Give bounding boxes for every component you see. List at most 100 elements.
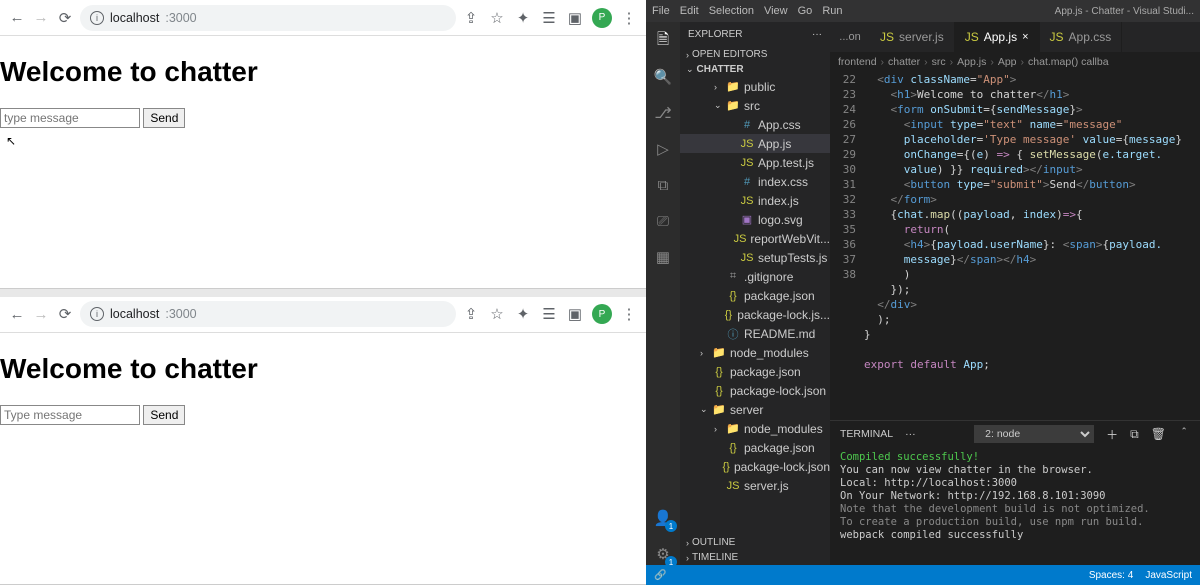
menu-run[interactable]: Run: [822, 5, 842, 17]
menu-file[interactable]: File: [652, 5, 670, 17]
code-content[interactable]: <div className="App"> <h1>Welcome to cha…: [864, 72, 1200, 420]
address-bar[interactable]: i localhost :3000: [80, 301, 456, 327]
site-info-icon[interactable]: i: [90, 307, 104, 321]
db-icon[interactable]: ▦: [652, 246, 674, 268]
menubar: File Edit Selection View Go Run App.js -…: [646, 0, 1200, 22]
open-editors-section[interactable]: ›OPEN EDITORS: [680, 47, 830, 62]
timeline-section[interactable]: ›TIMELINE: [680, 550, 830, 565]
root-section[interactable]: ⌄CHATTER: [680, 62, 830, 77]
share-icon[interactable]: ⇪: [462, 9, 480, 27]
folder-src[interactable]: ⌄📁src: [680, 96, 830, 115]
back-icon[interactable]: ←: [8, 9, 26, 27]
address-bar[interactable]: i localhost:3000: [80, 5, 456, 31]
url-path: :3000: [165, 307, 196, 321]
new-terminal-icon[interactable]: ＋: [1106, 426, 1118, 443]
page-title: Welcome to chatter: [0, 353, 646, 385]
extensions-icon[interactable]: ✦: [514, 9, 532, 27]
folder-server[interactable]: ⌄📁server: [680, 400, 830, 419]
explorer-icon[interactable]: 🗎: [652, 30, 674, 52]
url-domain: localhost: [110, 307, 159, 321]
breadcrumbs[interactable]: frontend›chatter›src›App.js›App›chat.map…: [830, 52, 1200, 72]
readlist-icon[interactable]: ☰: [540, 9, 558, 27]
code-editor[interactable]: 2223242627293031323335363738 <div classN…: [830, 72, 1200, 420]
site-info-icon[interactable]: i: [90, 11, 104, 25]
tab-app-css[interactable]: JSApp.css: [1040, 22, 1123, 52]
maximize-icon[interactable]: ＾: [1178, 426, 1190, 443]
toolbar-right-icons: ⇪ ☆ ✦ ☰ ▣ P ⋮: [462, 304, 638, 324]
outline-section[interactable]: ›OUTLINE: [680, 535, 830, 550]
accounts-icon[interactable]: 👤: [652, 507, 674, 529]
status-spaces[interactable]: Spaces: 4: [1089, 570, 1133, 581]
run-debug-icon[interactable]: ▷: [652, 138, 674, 160]
share-icon[interactable]: ⇪: [462, 305, 480, 323]
message-input[interactable]: [0, 108, 140, 128]
file-logo-svg[interactable]: ▣logo.svg: [680, 210, 830, 229]
file-index-js[interactable]: JSindex.js: [680, 191, 830, 210]
menu-icon[interactable]: ⋮: [620, 305, 638, 323]
browser-window-bottom: ← → ⟳ i localhost :3000 ⇪ ☆ ✦ ☰ ▣ P ⋮ Wel…: [0, 297, 646, 585]
split-terminal-icon[interactable]: ⧉: [1130, 427, 1139, 442]
url-domain: localhost: [110, 11, 159, 25]
terminal-select[interactable]: 2: node: [974, 425, 1094, 443]
panel-icon[interactable]: ▣: [566, 305, 584, 323]
file--gitignore[interactable]: ⌗.gitignore: [680, 267, 830, 286]
file-package-json[interactable]: {}package.json: [680, 438, 830, 457]
folder-public[interactable]: ›📁public: [680, 77, 830, 96]
readlist-icon[interactable]: ☰: [540, 305, 558, 323]
tab-app-js[interactable]: JSApp.js×: [955, 22, 1040, 52]
reload-icon[interactable]: ⟳: [56, 9, 74, 27]
source-control-icon[interactable]: ⎇: [652, 102, 674, 124]
send-button[interactable]: Send: [143, 405, 185, 425]
menu-selection[interactable]: Selection: [709, 5, 754, 17]
sidebar-more-icon[interactable]: ···: [812, 29, 822, 40]
terminal-tab[interactable]: TERMINAL: [840, 428, 893, 440]
extensions-icon[interactable]: ✦: [514, 305, 532, 323]
back-icon[interactable]: ←: [8, 305, 26, 323]
star-icon[interactable]: ☆: [488, 305, 506, 323]
file-package-json[interactable]: {}package.json: [680, 286, 830, 305]
page-content-top: Welcome to chatter Send ↖: [0, 36, 646, 288]
status-remote-icon[interactable]: 🔗: [654, 570, 666, 581]
file-setuptests-js[interactable]: JSsetupTests.js: [680, 248, 830, 267]
file-reportwebvit-[interactable]: JSreportWebVit...: [680, 229, 830, 248]
close-icon[interactable]: ×: [1022, 31, 1028, 43]
file-package-lock-js-[interactable]: {}package-lock.js...: [680, 305, 830, 324]
file-index-css[interactable]: #index.css: [680, 172, 830, 191]
message-input[interactable]: [0, 405, 140, 425]
panel-icon[interactable]: ▣: [566, 9, 584, 27]
menu-go[interactable]: Go: [798, 5, 813, 17]
terminal-more-icon[interactable]: ···: [905, 428, 916, 440]
send-button[interactable]: Send: [143, 108, 185, 128]
folder-node_modules[interactable]: ›📁node_modules: [680, 419, 830, 438]
menu-edit[interactable]: Edit: [680, 5, 699, 17]
reload-icon[interactable]: ⟳: [56, 305, 74, 323]
vscode-window: File Edit Selection View Go Run App.js -…: [646, 0, 1200, 585]
file-server-js[interactable]: JSserver.js: [680, 476, 830, 495]
file-readme-md[interactable]: ⓘREADME.md: [680, 324, 830, 343]
avatar[interactable]: P: [592, 8, 612, 28]
search-icon[interactable]: 🔍: [652, 66, 674, 88]
menu-view[interactable]: View: [764, 5, 788, 17]
terminal-output[interactable]: Compiled successfully!You can now view c…: [830, 447, 1200, 565]
menu-icon[interactable]: ⋮: [620, 9, 638, 27]
file-app-css[interactable]: #App.css: [680, 115, 830, 134]
trash-icon[interactable]: 🗑: [1151, 427, 1166, 441]
tab-server-js[interactable]: JSserver.js: [870, 22, 955, 52]
file-app-js[interactable]: JSApp.js: [680, 134, 830, 153]
file-app-test-js[interactable]: JSApp.test.js: [680, 153, 830, 172]
gear-icon[interactable]: ⚙: [652, 543, 674, 565]
forward-icon[interactable]: →: [32, 305, 50, 323]
remote-icon[interactable]: ⎚: [652, 210, 674, 232]
folder-node_modules[interactable]: ›📁node_modules: [680, 343, 830, 362]
file-package-json[interactable]: {}package.json: [680, 362, 830, 381]
statusbar: 🔗 Spaces: 4 JavaScript: [646, 565, 1200, 585]
star-icon[interactable]: ☆: [488, 9, 506, 27]
file-package-lock-json[interactable]: {}package-lock.json: [680, 381, 830, 400]
explorer-label: EXPLORER: [688, 29, 742, 40]
file-package-lock-json[interactable]: {}package-lock.json: [680, 457, 830, 476]
forward-icon[interactable]: →: [32, 9, 50, 27]
tab-overflow[interactable]: ...on: [830, 22, 870, 52]
extensions-icon[interactable]: ⧉: [652, 174, 674, 196]
avatar[interactable]: P: [592, 304, 612, 324]
status-lang[interactable]: JavaScript: [1145, 570, 1192, 581]
